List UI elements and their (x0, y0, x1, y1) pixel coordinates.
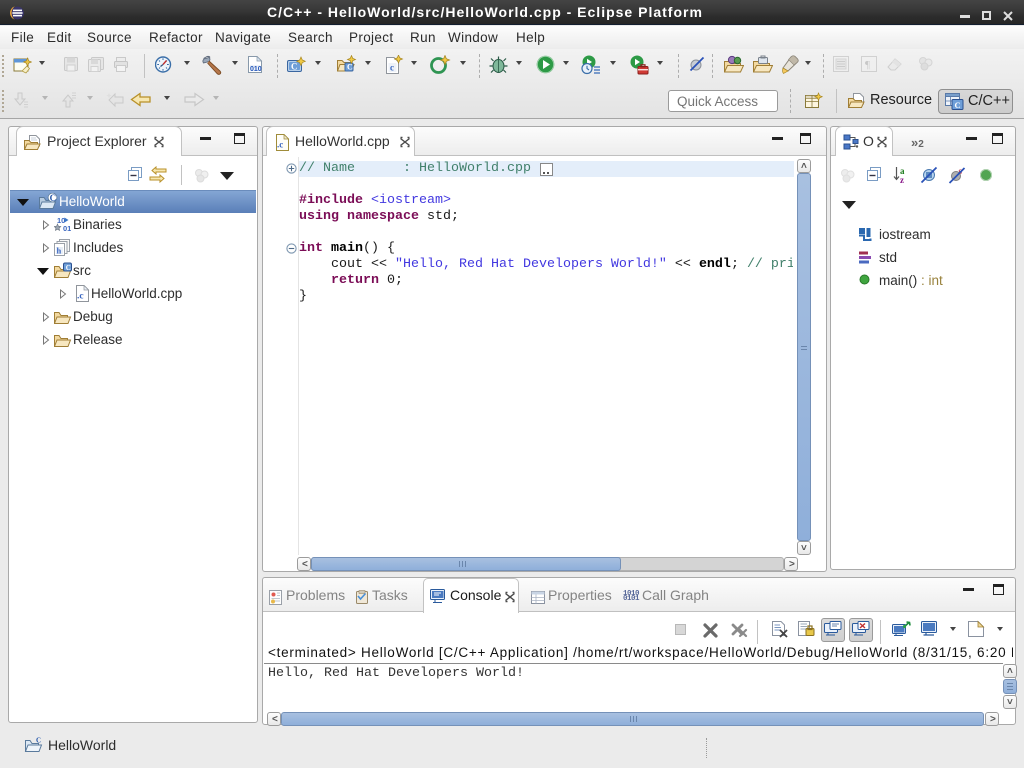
svg-text:h: h (57, 246, 62, 256)
svg-text:C: C (955, 100, 961, 110)
svg-text:01: 01 (63, 224, 71, 233)
svg-text:.c: .c (77, 292, 84, 302)
svg-text:C: C (50, 193, 57, 203)
svg-text:.c: .c (277, 140, 283, 150)
svg-text:010: 010 (250, 66, 262, 73)
svg-text:C: C (347, 63, 353, 72)
svg-text:c: c (390, 63, 394, 73)
svg-text:z: z (900, 175, 904, 184)
svg-text:C: C (291, 62, 298, 72)
svg-text:C: C (36, 737, 41, 745)
svg-text:¶: ¶ (865, 59, 870, 71)
svg-text:C: C (66, 264, 71, 272)
